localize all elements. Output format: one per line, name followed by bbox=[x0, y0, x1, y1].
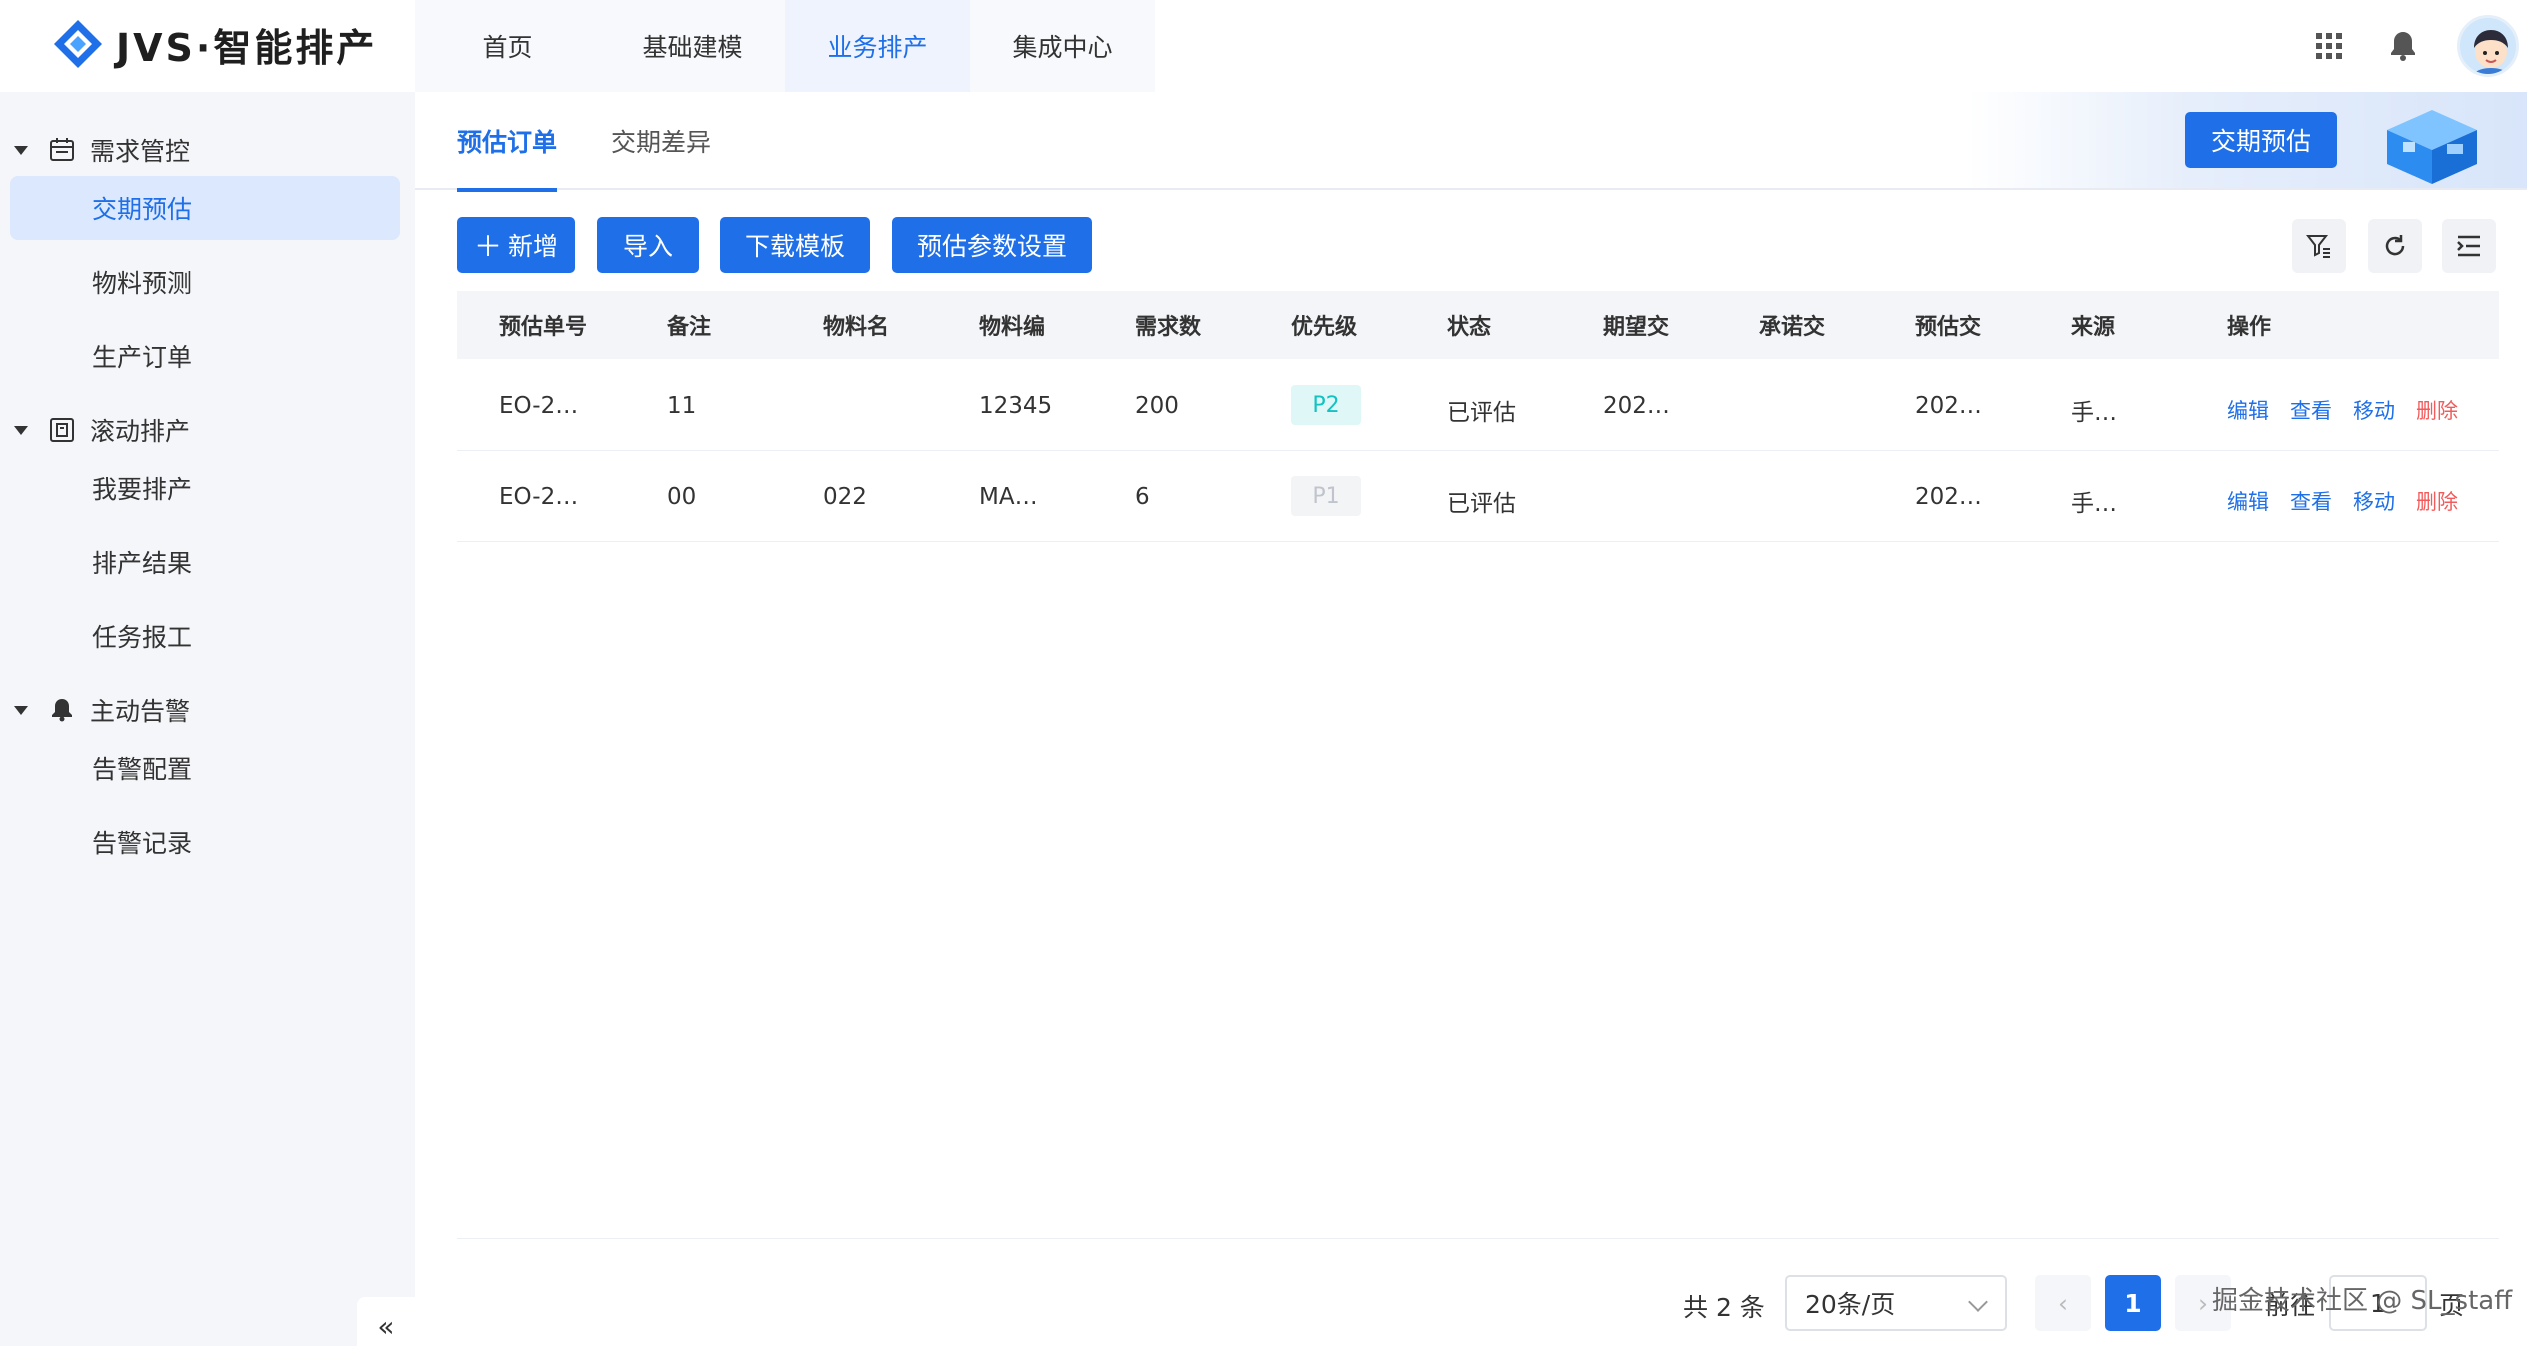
nav-scheduling[interactable]: 业务排产 bbox=[785, 0, 970, 92]
sidebar-group-label: 主动告警 bbox=[90, 697, 191, 726]
cell-expected: 202… bbox=[1603, 393, 1670, 419]
sidebar-item-schedule-result[interactable]: 排产结果 bbox=[10, 530, 400, 594]
refresh-icon[interactable] bbox=[2368, 219, 2422, 273]
cell-material-code: 12345 bbox=[979, 393, 1053, 419]
delivery-estimate-button[interactable]: 交期预估 bbox=[2185, 112, 2337, 168]
logo-text: JVS·智能排产 bbox=[116, 25, 378, 70]
filter-icon[interactable] bbox=[2292, 219, 2346, 273]
sidebar-group-demand[interactable]: 需求管控 bbox=[0, 122, 415, 178]
cell-remark: 11 bbox=[667, 393, 697, 419]
col-material-code[interactable]: 物料编 bbox=[979, 309, 1045, 341]
page-size-select[interactable]: 20条/页 bbox=[1785, 1275, 2007, 1331]
col-promised[interactable]: 承诺交 bbox=[1759, 309, 1825, 341]
cell-estimated: 202… bbox=[1915, 484, 1982, 510]
sidebar: 需求管控 交期预估 物料预测 生产订单 滚动排产 我要排产 排产结果 任务报工 … bbox=[0, 92, 415, 1346]
cell-source: 手… bbox=[2071, 400, 2117, 426]
page-size-value: 20条/页 bbox=[1805, 1290, 1896, 1319]
sidebar-item-task-report[interactable]: 任务报工 bbox=[10, 604, 400, 668]
cell-qty: 200 bbox=[1135, 393, 1179, 419]
cell-material-code: MA… bbox=[979, 484, 1038, 510]
sidebar-item-schedule[interactable]: 我要排产 bbox=[10, 456, 400, 520]
caret-down-icon bbox=[14, 425, 28, 435]
col-estimated[interactable]: 预估交 bbox=[1915, 309, 1981, 341]
bell-icon[interactable] bbox=[2383, 26, 2423, 66]
cell-status: 已评估 bbox=[1447, 491, 1516, 517]
schedule-icon bbox=[48, 416, 76, 444]
cell-qty: 6 bbox=[1135, 484, 1150, 510]
cell-status: 已评估 bbox=[1447, 400, 1516, 426]
tab-bar: 预估订单 交期差异 交期预估 bbox=[415, 92, 2527, 192]
move-link[interactable]: 移动 bbox=[2353, 486, 2395, 516]
top-nav: 首页 基础建模 业务排产 集成中心 bbox=[415, 0, 1155, 92]
chevron-down-icon bbox=[1968, 1292, 1988, 1312]
apps-grid-icon[interactable] bbox=[2309, 26, 2349, 66]
page-number-current[interactable]: 1 bbox=[2105, 1275, 2161, 1331]
col-remark[interactable]: 备注 bbox=[667, 309, 711, 341]
edit-link[interactable]: 编辑 bbox=[2227, 395, 2269, 425]
nav-integration[interactable]: 集成中心 bbox=[970, 0, 1155, 92]
cell-order-no: EO-2… bbox=[499, 393, 579, 419]
sidebar-item-alert-config[interactable]: 告警配置 bbox=[10, 736, 400, 800]
caret-down-icon bbox=[14, 145, 28, 155]
logo-diamond-icon bbox=[54, 20, 102, 68]
column-settings-icon[interactable] bbox=[2442, 219, 2496, 273]
col-status[interactable]: 状态 bbox=[1447, 309, 1491, 341]
priority-badge: P2 bbox=[1291, 385, 1361, 425]
sidebar-item-production-order[interactable]: 生产订单 bbox=[10, 324, 400, 388]
nav-modeling[interactable]: 基础建模 bbox=[600, 0, 785, 92]
prev-page-button[interactable]: ‹ bbox=[2035, 1275, 2091, 1331]
watermark-text: 掘金技术社区 @ SL_staff bbox=[2212, 1286, 2513, 1316]
pagination-total: 共 2 条 bbox=[1683, 1293, 1765, 1322]
estimate-settings-button[interactable]: 预估参数设置 bbox=[892, 217, 1092, 273]
cell-estimated: 202… bbox=[1915, 393, 1982, 419]
cell-source: 手… bbox=[2071, 491, 2117, 517]
col-priority[interactable]: 优先级 bbox=[1291, 309, 1357, 341]
col-source[interactable]: 来源 bbox=[2071, 309, 2115, 341]
sidebar-item-delivery-estimate[interactable]: 交期预估 bbox=[10, 176, 400, 240]
delete-link[interactable]: 删除 bbox=[2416, 395, 2458, 425]
table-header: 预估单号 备注 物料名 物料编 需求数 优先级 状态 期望交 承诺交 预估交 来… bbox=[457, 291, 2499, 359]
caret-down-icon bbox=[14, 705, 28, 715]
view-link[interactable]: 查看 bbox=[2290, 486, 2332, 516]
sidebar-group-label: 滚动排产 bbox=[90, 417, 191, 446]
table-row[interactable]: EO-2… 11 12345 200 P2 已评估 202… 202… 手… 编… bbox=[457, 361, 2499, 451]
move-link[interactable]: 移动 bbox=[2353, 395, 2395, 425]
sidebar-collapse-button[interactable]: « bbox=[357, 1297, 415, 1346]
col-material-name[interactable]: 物料名 bbox=[823, 309, 889, 341]
cell-remark: 00 bbox=[667, 484, 697, 510]
sidebar-group-rolling[interactable]: 滚动排产 bbox=[0, 402, 415, 458]
plus-icon: ＋ bbox=[473, 230, 502, 263]
col-order-no[interactable]: 预估单号 bbox=[499, 309, 587, 341]
bell-icon bbox=[48, 696, 76, 724]
header-actions bbox=[2309, 0, 2527, 92]
edit-link[interactable]: 编辑 bbox=[2227, 486, 2269, 516]
add-button[interactable]: ＋ 新增 bbox=[457, 217, 575, 273]
sidebar-group-alert[interactable]: 主动告警 bbox=[0, 682, 415, 738]
app-logo[interactable]: JVS·智能排产 bbox=[52, 14, 377, 74]
col-actions: 操作 bbox=[2227, 315, 2272, 340]
delete-link[interactable]: 删除 bbox=[2416, 486, 2458, 516]
tab-delivery-diff[interactable]: 交期差异 bbox=[611, 92, 711, 190]
user-avatar[interactable] bbox=[2457, 15, 2519, 77]
cell-order-no: EO-2… bbox=[499, 484, 579, 510]
table-footer-divider bbox=[457, 1238, 2499, 1239]
priority-badge: P1 bbox=[1291, 476, 1361, 516]
col-qty[interactable]: 需求数 bbox=[1135, 309, 1201, 341]
sidebar-group-label: 需求管控 bbox=[90, 137, 191, 166]
nav-home[interactable]: 首页 bbox=[415, 0, 600, 92]
cube-illustration-icon bbox=[2387, 110, 2477, 184]
col-expected[interactable]: 期望交 bbox=[1603, 309, 1669, 341]
table-row[interactable]: EO-2… 00 022 MA… 6 P1 已评估 202… 手… 编辑 查看 … bbox=[457, 452, 2499, 542]
sidebar-item-alert-log[interactable]: 告警记录 bbox=[10, 810, 400, 874]
main-content: 预估订单 交期差异 交期预估 ＋ 新增 导入 下载模板 预估参数设置 预估单号 … bbox=[415, 92, 2527, 1346]
tab-estimated-orders[interactable]: 预估订单 bbox=[457, 92, 558, 192]
calendar-icon bbox=[48, 136, 76, 164]
cell-material-name: 022 bbox=[823, 484, 867, 510]
import-button[interactable]: 导入 bbox=[597, 217, 699, 273]
download-template-button[interactable]: 下载模板 bbox=[720, 217, 870, 273]
sidebar-item-material-forecast[interactable]: 物料预测 bbox=[10, 250, 400, 314]
add-button-label: 新增 bbox=[508, 232, 559, 261]
top-header: JVS·智能排产 首页 基础建模 业务排产 集成中心 bbox=[0, 0, 2527, 92]
view-link[interactable]: 查看 bbox=[2290, 395, 2332, 425]
